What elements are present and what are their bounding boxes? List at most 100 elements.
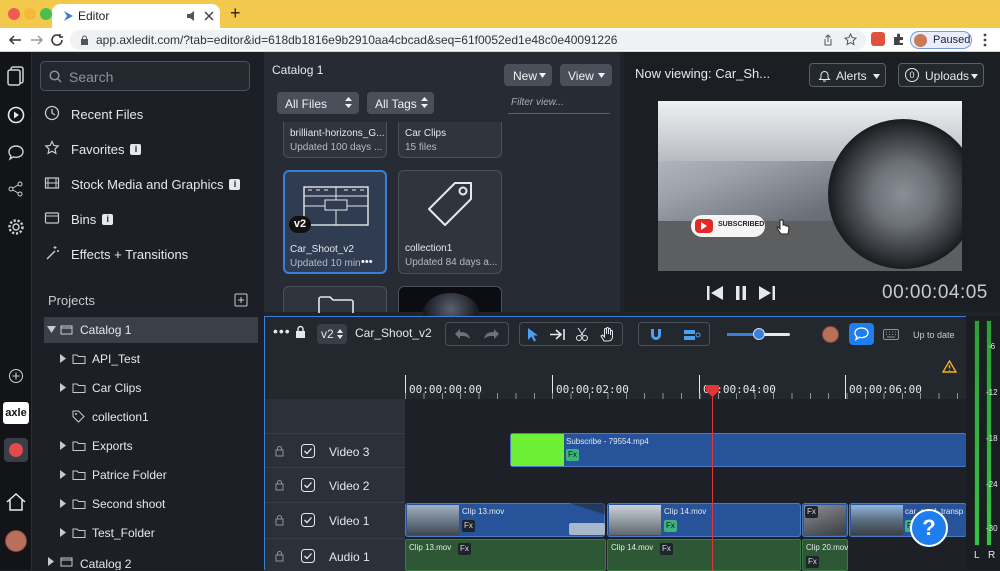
help-button[interactable]: ?: [910, 509, 948, 547]
magnet-snap-icon[interactable]: [649, 328, 663, 342]
clip-segment[interactable]: Fx: [802, 503, 848, 537]
sequence-card-selected[interactable]: v2 Car_Shoot_v2 Updated 10 min •••: [283, 170, 387, 274]
profile-status-button[interactable]: Paused: [910, 31, 972, 49]
card-more-button[interactable]: •••: [361, 256, 373, 268]
zoom-slider-handle[interactable]: [752, 328, 765, 340]
video-frame[interactable]: SUBSCRIBED: [658, 101, 962, 271]
version-select[interactable]: v2: [317, 324, 347, 344]
lock-icon[interactable]: [295, 325, 306, 339]
fx-badge[interactable]: Fx: [566, 449, 579, 461]
track-visible-checkbox[interactable]: [301, 478, 315, 492]
puzzle-extensions-icon[interactable]: [892, 32, 906, 46]
media-card[interactable]: brilliant-horizons_G... Updated 100 days…: [283, 122, 387, 158]
info-icon[interactable]: i: [130, 144, 142, 155]
undo-icon[interactable]: [454, 328, 472, 340]
clip-subscribe[interactable]: Subscribe - 79554.mp4 Fx: [510, 433, 967, 467]
tree-item-api-test[interactable]: API_Test: [44, 346, 258, 372]
app-switcher-icon[interactable]: [4, 438, 28, 462]
play-editor-icon[interactable]: [7, 106, 25, 124]
fx-badge[interactable]: Fx: [664, 520, 677, 532]
home-icon[interactable]: [5, 492, 27, 512]
timeline-ruler[interactable]: 00:00:00:00 00:00:02:00 00:00:04:00 00:0…: [405, 375, 967, 400]
tree-item-car-clips[interactable]: Car Clips: [44, 375, 258, 401]
uploads-button[interactable]: 0 Uploads: [898, 63, 984, 87]
back-icon[interactable]: [8, 34, 22, 46]
caret-right-icon[interactable]: [60, 499, 66, 508]
tree-item-test-folder[interactable]: Test_Folder: [44, 520, 258, 546]
chat-icon[interactable]: [7, 144, 25, 162]
track-lock-icon[interactable]: [275, 445, 284, 457]
folder-card[interactable]: Car Clips 15 files: [398, 122, 502, 158]
axle-logo[interactable]: axle: [3, 402, 29, 424]
clip-car-road[interactable]: car_road_transp Fx: [849, 503, 967, 537]
track-lock-icon[interactable]: [275, 514, 284, 526]
file-type-select[interactable]: All Files: [277, 92, 359, 114]
new-tab-button[interactable]: +: [230, 3, 241, 24]
minimize-window-button[interactable]: [24, 8, 36, 20]
pause-icon[interactable]: [734, 285, 748, 301]
tree-item-catalog-1[interactable]: Catalog 1: [44, 317, 258, 343]
nav-recent-files[interactable]: Recent Files: [44, 100, 259, 128]
share-nodes-icon[interactable]: [7, 180, 25, 198]
track-lock-icon[interactable]: [275, 550, 284, 562]
razor-cut-icon[interactable]: [575, 327, 589, 342]
share-icon[interactable]: [822, 34, 834, 46]
filter-view-input[interactable]: Filter view...: [508, 94, 610, 114]
caret-right-icon[interactable]: [48, 557, 54, 566]
ripple-tool-icon[interactable]: [549, 328, 567, 341]
view-button[interactable]: View: [560, 64, 612, 86]
tree-item-second-shoot[interactable]: Second shoot: [44, 491, 258, 517]
timeline-more-icon[interactable]: •••: [273, 323, 291, 339]
track-settings-icon[interactable]: [683, 328, 701, 342]
nav-stock-media[interactable]: Stock Media and Graphics i: [44, 170, 259, 198]
add-circle-icon[interactable]: [8, 368, 24, 384]
caret-down-icon[interactable]: [47, 326, 56, 333]
step-forward-icon[interactable]: [758, 285, 776, 301]
nav-effects-transitions[interactable]: Effects + Transitions: [44, 240, 259, 268]
extension-icon[interactable]: [871, 32, 885, 46]
zoom-slider[interactable]: [727, 328, 790, 340]
fx-badge[interactable]: Fx: [806, 556, 819, 568]
tree-item-exports[interactable]: Exports: [44, 433, 258, 459]
track-visible-checkbox[interactable]: [301, 549, 315, 563]
audio-clip-20[interactable]: Clip 20.mov Fx: [802, 539, 848, 571]
select-cursor-icon[interactable]: [527, 327, 539, 342]
caret-right-icon[interactable]: [60, 354, 66, 363]
speaker-icon[interactable]: [186, 10, 198, 22]
tree-item-collection1[interactable]: collection1: [44, 404, 258, 430]
audio-clip-13[interactable]: Clip 13.mov Fx: [405, 539, 606, 571]
track-visible-checkbox[interactable]: [301, 513, 315, 527]
redo-icon[interactable]: [482, 328, 500, 340]
media-card[interactable]: [398, 286, 502, 333]
add-project-icon[interactable]: [234, 293, 248, 307]
maximize-window-button[interactable]: [40, 8, 52, 20]
keyboard-shortcuts-icon[interactable]: [883, 329, 899, 340]
new-button[interactable]: New: [504, 64, 552, 86]
reload-icon[interactable]: [50, 33, 64, 47]
fx-badge[interactable]: Fx: [462, 520, 475, 532]
hand-tool-icon[interactable]: [600, 327, 615, 342]
collection-card[interactable]: collection1 Updated 84 days a...: [398, 170, 502, 274]
playhead-handle[interactable]: [706, 385, 719, 397]
bookmark-star-icon[interactable]: [844, 33, 857, 46]
step-back-icon[interactable]: [706, 285, 724, 301]
tree-item-catalog-2[interactable]: Catalog 2: [44, 549, 258, 570]
alerts-button[interactable]: Alerts: [809, 63, 886, 87]
info-icon[interactable]: i: [229, 179, 241, 190]
forward-icon[interactable]: [30, 34, 44, 46]
caret-right-icon[interactable]: [60, 383, 66, 392]
tree-item-patrice-folder[interactable]: Patrice Folder: [44, 462, 258, 488]
browser-menu-icon[interactable]: [982, 33, 988, 47]
folder-card[interactable]: [283, 286, 387, 313]
caret-right-icon[interactable]: [60, 470, 66, 479]
files-icon[interactable]: [7, 66, 25, 86]
info-icon[interactable]: i: [102, 214, 114, 225]
user-avatar[interactable]: [5, 530, 27, 552]
warning-icon[interactable]: [942, 360, 957, 373]
caret-right-icon[interactable]: [60, 441, 66, 450]
url-field[interactable]: app.axledit.com/?tab=editor&id=618db1816…: [70, 30, 866, 50]
fx-badge[interactable]: Fx: [805, 506, 818, 518]
browser-tab[interactable]: Editor: [52, 4, 220, 28]
track-visible-checkbox[interactable]: [301, 444, 315, 458]
fx-badge[interactable]: Fx: [458, 543, 471, 555]
